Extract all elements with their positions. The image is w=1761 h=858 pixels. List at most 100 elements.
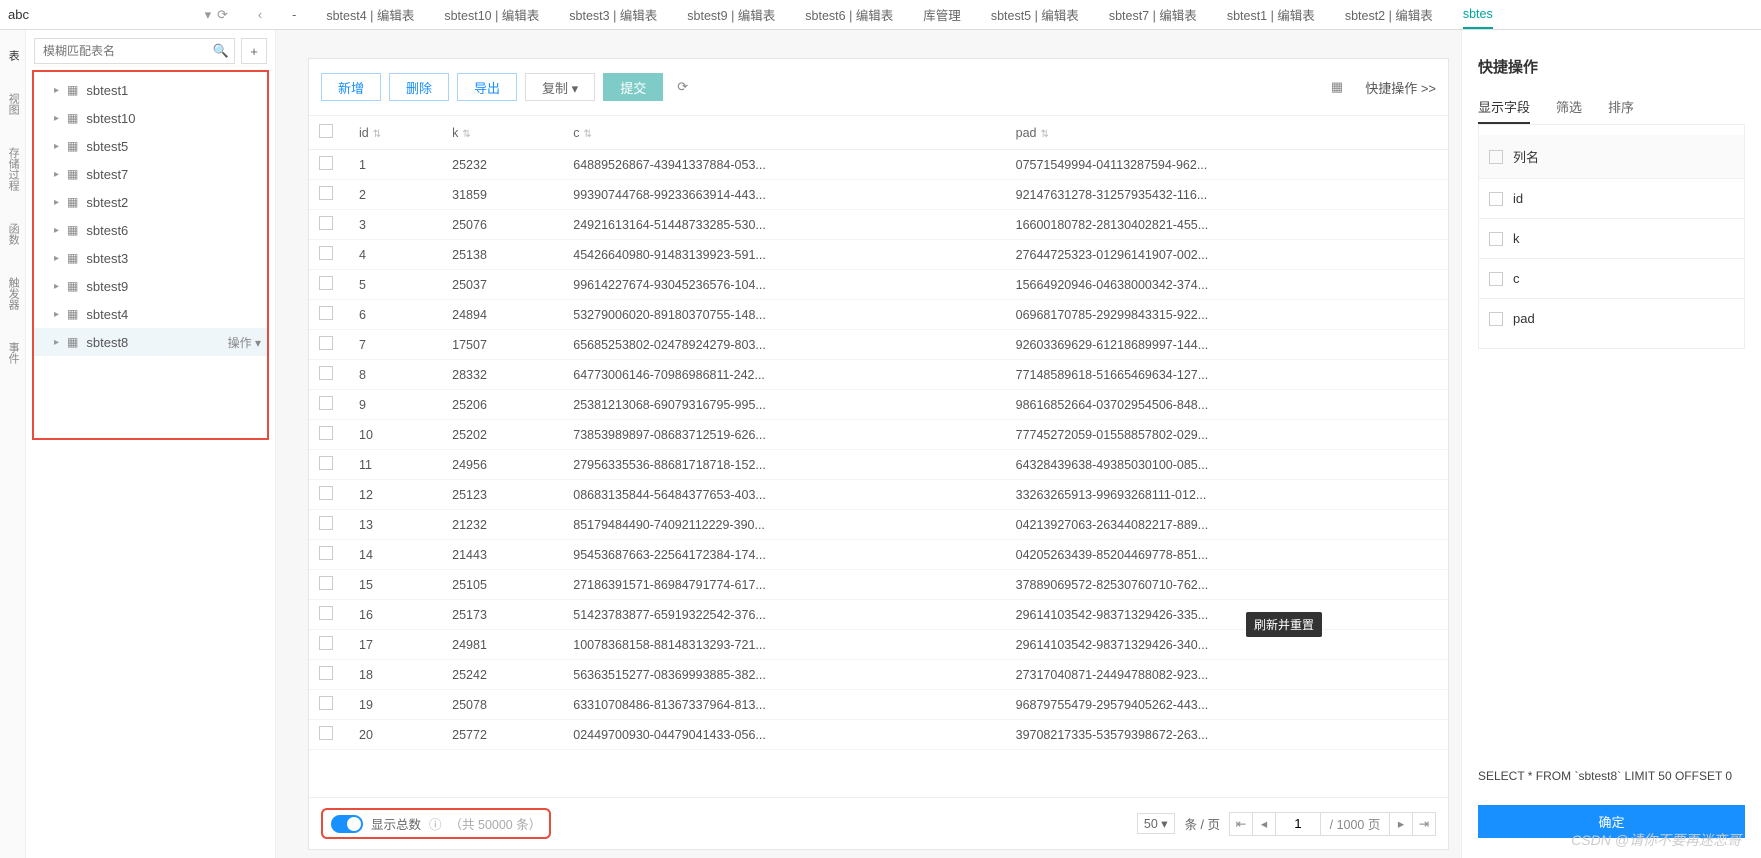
right-tab[interactable]: 排序 [1608, 91, 1634, 124]
sort-icon[interactable]: ⇅ [1040, 129, 1048, 140]
table-row[interactable]: 62489453279006020-89180370755-148...0696… [309, 300, 1448, 330]
checkbox[interactable] [1489, 232, 1503, 246]
checkbox[interactable] [319, 546, 333, 560]
tree-item[interactable]: ▸▦sbtest2 [34, 188, 267, 216]
export-button[interactable]: 导出 [457, 73, 517, 101]
table-row[interactable]: 122512308683135844-56484377653-403...332… [309, 480, 1448, 510]
table-row[interactable]: 152510527186391571-86984791774-617...378… [309, 570, 1448, 600]
table-row[interactable]: 42513845426640980-91483139923-591...2764… [309, 240, 1448, 270]
info-icon[interactable]: ⓘ [429, 814, 442, 833]
checkbox[interactable] [319, 456, 333, 470]
column-header[interactable] [309, 116, 349, 150]
table-row[interactable]: 102520273853989897-08683712519-626...777… [309, 420, 1448, 450]
submit-button[interactable]: 提交 [603, 73, 663, 101]
field-row[interactable]: c [1479, 258, 1744, 298]
sort-icon[interactable]: ⇅ [373, 129, 381, 140]
rail-item[interactable]: 视图 [6, 93, 19, 115]
show-total-toggle[interactable] [331, 815, 363, 833]
page-prev-button[interactable]: ◂ [1252, 812, 1276, 836]
checkbox[interactable] [1489, 150, 1503, 164]
checkbox[interactable] [1489, 312, 1503, 326]
right-tab[interactable]: 显示字段 [1478, 91, 1530, 124]
tab-item[interactable]: sbtest7 | 编辑表 [1109, 0, 1197, 30]
checkbox[interactable] [319, 696, 333, 710]
page-size-select[interactable]: 50 ▾ [1137, 813, 1175, 834]
checkbox[interactable] [319, 396, 333, 410]
quick-action-link[interactable]: 快捷操作 >> [1365, 78, 1436, 97]
tree-item[interactable]: ▸▦sbtest3 [34, 244, 267, 272]
tab-item[interactable]: sbtest2 | 编辑表 [1345, 0, 1433, 30]
table-row[interactable]: 52503799614227674-93045236576-104...1566… [309, 270, 1448, 300]
tree-item[interactable]: ▸▦sbtest4 [34, 300, 267, 328]
checkbox[interactable] [319, 216, 333, 230]
checkbox[interactable] [319, 636, 333, 650]
table-row[interactable]: 142144395453687663-22564172384-174...042… [309, 540, 1448, 570]
tab-prev-icon[interactable]: ‹ [258, 8, 262, 22]
column-header[interactable]: c⇅ [563, 116, 1005, 150]
search-icon[interactable]: 🔍 [213, 43, 229, 59]
field-row[interactable]: id [1479, 178, 1744, 218]
confirm-button[interactable]: 确定 [1478, 805, 1745, 838]
search-input[interactable] [34, 38, 235, 64]
checkbox[interactable] [319, 516, 333, 530]
refresh-icon[interactable]: ⟳ [677, 79, 688, 95]
database-name[interactable]: abc ▾ ⟳ [8, 7, 228, 23]
page-input[interactable] [1275, 812, 1321, 836]
column-header[interactable]: k⇅ [442, 116, 563, 150]
tab-item[interactable]: sbtest3 | 编辑表 [569, 0, 657, 30]
tree-item[interactable]: ▸▦sbtest9 [34, 272, 267, 300]
tab-item[interactable]: sbtest4 | 编辑表 [326, 0, 414, 30]
table-row[interactable]: 182524256363515277-08369993885-382...273… [309, 660, 1448, 690]
sort-icon[interactable]: ⇅ [462, 129, 470, 140]
checkbox[interactable] [1489, 192, 1503, 206]
table-row[interactable]: 192507863310708486-81367337964-813...968… [309, 690, 1448, 720]
copy-button[interactable]: 复制 ▾ [525, 73, 595, 101]
checkbox[interactable] [319, 124, 333, 138]
checkbox[interactable] [319, 276, 333, 290]
tab-item[interactable]: sbtest6 | 编辑表 [805, 0, 893, 30]
tab-item[interactable]: sbtes [1463, 1, 1493, 29]
add-button[interactable]: 新增 [321, 73, 381, 101]
tree-item[interactable]: ▸▦sbtest8操作 ▾ [34, 328, 267, 356]
grid-icon[interactable]: ▦ [1331, 79, 1343, 95]
checkbox[interactable] [319, 576, 333, 590]
checkbox[interactable] [319, 186, 333, 200]
table-row[interactable]: 32507624921613164-51448733285-530...1660… [309, 210, 1448, 240]
table-row[interactable]: 82833264773006146-70986986811-242...7714… [309, 360, 1448, 390]
tab-item[interactable]: - [292, 2, 296, 28]
checkbox[interactable] [319, 366, 333, 380]
page-next-button[interactable]: ▸ [1389, 812, 1413, 836]
tab-item[interactable]: sbtest5 | 编辑表 [991, 0, 1079, 30]
checkbox[interactable] [1489, 272, 1503, 286]
table-row[interactable]: 202577202449700930-04479041433-056...397… [309, 720, 1448, 750]
table-row[interactable]: 12523264889526867-43941337884-053...0757… [309, 150, 1448, 180]
tab-item[interactable]: 库管理 [923, 0, 961, 30]
rail-item[interactable]: 事件 [6, 342, 19, 364]
field-row[interactable]: pad [1479, 298, 1744, 338]
checkbox[interactable] [319, 606, 333, 620]
tree-item[interactable]: ▸▦sbtest7 [34, 160, 267, 188]
refresh-icon[interactable]: ⟳ [217, 7, 228, 23]
right-tab[interactable]: 筛选 [1556, 91, 1582, 124]
tree-action[interactable]: 操作 ▾ [228, 334, 261, 351]
page-first-button[interactable]: ⇤ [1229, 812, 1253, 836]
tree-item[interactable]: ▸▦sbtest6 [34, 216, 267, 244]
tab-item[interactable]: sbtest10 | 编辑表 [444, 0, 539, 30]
sort-icon[interactable]: ⇅ [584, 129, 592, 140]
column-header[interactable]: id⇅ [349, 116, 442, 150]
checkbox[interactable] [319, 246, 333, 260]
checkbox[interactable] [319, 426, 333, 440]
rail-item[interactable]: 表 [6, 50, 19, 61]
checkbox[interactable] [319, 336, 333, 350]
checkbox[interactable] [319, 486, 333, 500]
checkbox[interactable] [319, 666, 333, 680]
tree-item[interactable]: ▸▦sbtest10 [34, 104, 267, 132]
delete-button[interactable]: 删除 [389, 73, 449, 101]
field-row[interactable]: k [1479, 218, 1744, 258]
tab-item[interactable]: sbtest9 | 编辑表 [687, 0, 775, 30]
checkbox[interactable] [319, 726, 333, 740]
tab-item[interactable]: sbtest1 | 编辑表 [1227, 0, 1315, 30]
table-row[interactable]: 92520625381213068-69079316795-995...9861… [309, 390, 1448, 420]
table-row[interactable]: 23185999390744768-99233663914-443...9214… [309, 180, 1448, 210]
table-row[interactable]: 71750765685253802-02478924279-803...9260… [309, 330, 1448, 360]
